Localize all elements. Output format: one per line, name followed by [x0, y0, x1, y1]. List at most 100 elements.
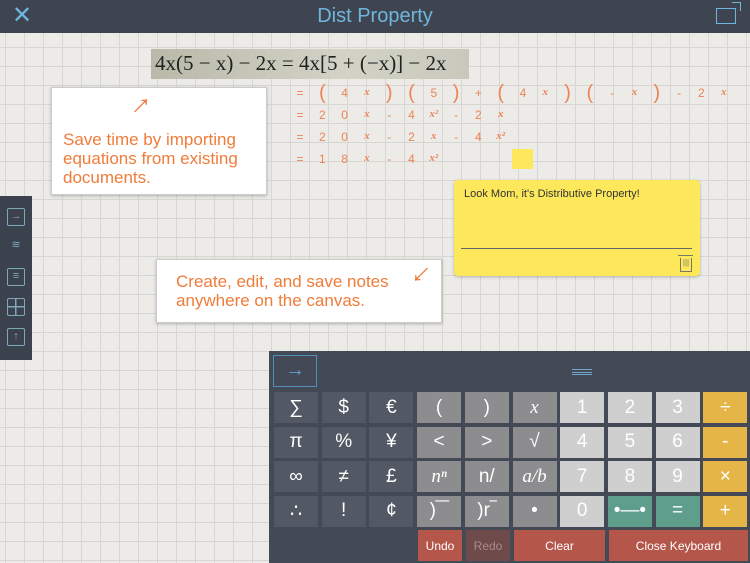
equation-token[interactable]: - [381, 108, 397, 122]
equation-token[interactable]: 0 [337, 130, 353, 144]
key[interactable]: )r‾ [464, 495, 509, 527]
imported-equation-image[interactable]: 4x(5 − x) − 2x = 4x[5 + (−x)] − 2x [151, 49, 469, 79]
key[interactable]: 7 [560, 461, 605, 493]
equation-token[interactable]: 8 [337, 152, 353, 166]
redo-button[interactable]: Redo [466, 530, 510, 561]
equation-token[interactable]: 5 [426, 86, 442, 100]
layers-icon[interactable]: ≋ [7, 238, 25, 256]
key[interactable]: ) [464, 392, 509, 423]
key[interactable]: 3 [655, 392, 700, 423]
equation-token[interactable]: - [448, 108, 464, 122]
key[interactable]: 8 [607, 461, 652, 493]
key[interactable]: ∴ [274, 495, 318, 527]
key[interactable]: 6 [655, 426, 700, 458]
key[interactable]: £ [369, 461, 414, 493]
equation-token[interactable]: 2 [693, 86, 709, 100]
key[interactable]: π [274, 426, 318, 458]
undo-button[interactable]: Undo [418, 530, 462, 561]
key[interactable]: $ [321, 392, 366, 423]
equation-token[interactable]: = [292, 152, 308, 166]
equation-token[interactable]: x [359, 130, 375, 142]
export-icon[interactable] [716, 2, 741, 24]
sticky-note[interactable]: Look Mom, it's Distributive Property! ||… [454, 180, 700, 276]
equation-token[interactable]: - [381, 130, 397, 144]
equation-token[interactable]: x [359, 108, 375, 120]
key[interactable]: ¥ [369, 426, 414, 458]
equation-token[interactable]: x [359, 152, 375, 164]
key[interactable]: ∞ [274, 461, 318, 493]
key[interactable]: • [512, 495, 557, 527]
key[interactable]: ( [417, 392, 462, 423]
equation-token[interactable]: 2 [314, 130, 330, 144]
key[interactable]: × [703, 461, 748, 493]
equation-token[interactable]: = [292, 86, 308, 100]
equation-token[interactable]: 4 [337, 86, 353, 100]
equation-token[interactable]: ( [493, 83, 509, 103]
key[interactable]: - [703, 426, 748, 458]
key[interactable]: ∑ [274, 392, 318, 423]
equation-token[interactable]: 0 [337, 108, 353, 122]
grid-icon[interactable] [7, 298, 25, 316]
key[interactable]: + [703, 495, 748, 527]
key[interactable]: •—• [607, 495, 652, 527]
equation-token[interactable]: 4 [470, 130, 486, 144]
clear-button[interactable]: Clear [514, 530, 605, 561]
key[interactable]: € [369, 392, 414, 423]
key[interactable]: % [321, 426, 366, 458]
share-icon[interactable]: ↑ [7, 328, 25, 346]
equation-token[interactable]: 4 [515, 86, 531, 100]
equation-token[interactable]: 2 [314, 108, 330, 122]
equation-token[interactable]: 1 [314, 152, 330, 166]
import-icon[interactable]: → [7, 208, 25, 226]
equation-token[interactable]: x [493, 108, 509, 120]
note-pin[interactable] [512, 149, 533, 169]
key[interactable]: ≠ [321, 461, 366, 493]
key[interactable]: 0 [560, 495, 605, 527]
equation-token[interactable]: ) [649, 83, 665, 103]
key[interactable]: ! [321, 495, 366, 527]
key[interactable]: √ [512, 426, 557, 458]
equation-token[interactable]: - [381, 152, 397, 166]
equation-token[interactable]: ( [404, 83, 420, 103]
equation-token[interactable]: x [359, 86, 375, 98]
equation-token[interactable]: ) [381, 83, 397, 103]
key[interactable]: 2 [607, 392, 652, 423]
equation-token[interactable]: 2 [404, 130, 420, 144]
key[interactable]: = [655, 495, 700, 527]
key[interactable]: 1 [560, 392, 605, 423]
note-text[interactable]: Look Mom, it's Distributive Property! [464, 188, 640, 200]
equation-token[interactable]: x [426, 130, 442, 142]
arrow-tab-button[interactable]: → [273, 355, 317, 387]
key[interactable]: x [512, 392, 557, 423]
equation-token[interactable]: x [627, 86, 643, 98]
note-icon[interactable]: ≡ [7, 268, 25, 286]
key[interactable]: ÷ [703, 392, 748, 423]
trash-icon[interactable]: ||| [678, 255, 693, 272]
equation-token[interactable]: 4 [404, 108, 420, 122]
key[interactable]: )‾‾ [417, 495, 462, 527]
equation-token[interactable]: ( [314, 83, 330, 103]
equation-token[interactable]: x² [493, 130, 509, 142]
key[interactable]: 5 [607, 426, 652, 458]
key[interactable]: nⁿ [417, 461, 462, 493]
drag-handle-icon[interactable] [572, 369, 592, 375]
equation-token[interactable]: 2 [470, 108, 486, 122]
equation-token[interactable]: - [604, 86, 620, 100]
key[interactable]: 9 [655, 461, 700, 493]
equation-token[interactable]: x² [426, 152, 442, 164]
equation-token[interactable]: ( [582, 83, 598, 103]
key[interactable]: < [417, 426, 462, 458]
equation-token[interactable]: - [671, 86, 687, 100]
equation-token[interactable]: ) [560, 83, 576, 103]
key[interactable]: > [464, 426, 509, 458]
equation-token[interactable]: x [537, 86, 553, 98]
equation-token[interactable]: = [292, 108, 308, 122]
equation-token[interactable]: ) [448, 83, 464, 103]
equation-token[interactable]: 4 [404, 152, 420, 166]
key[interactable]: n/ [464, 461, 509, 493]
key[interactable]: ¢ [369, 495, 414, 527]
key[interactable]: a/b [512, 461, 557, 493]
equation-token[interactable]: - [448, 130, 464, 144]
equation-token[interactable]: x [716, 86, 732, 98]
close-keyboard-button[interactable]: Close Keyboard [609, 530, 748, 561]
